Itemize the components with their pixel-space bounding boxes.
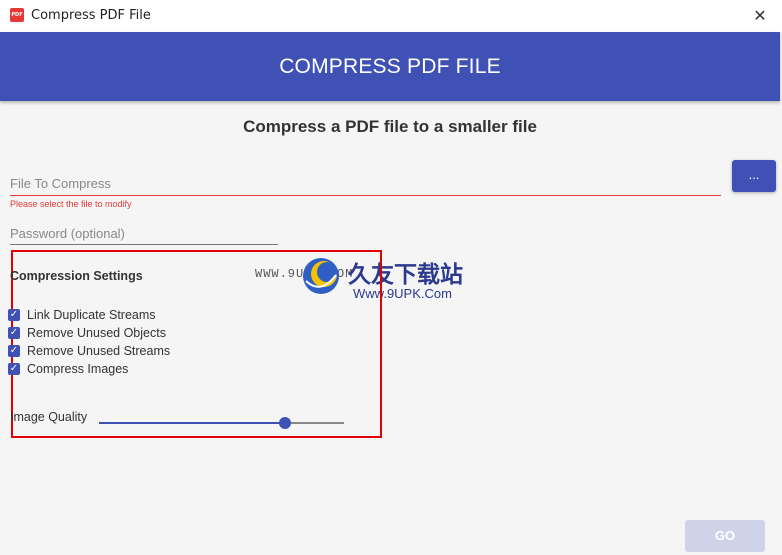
slider-fill <box>99 422 286 424</box>
password-input[interactable]: Password (optional) <box>10 224 278 245</box>
compression-settings-title: Compression Settings <box>10 269 143 283</box>
option-label: Compress Images <box>27 362 129 376</box>
image-quality-label: Image Quality <box>10 410 88 424</box>
option-label: Link Duplicate Streams <box>27 308 156 322</box>
checkbox-checked-icon[interactable]: ✓ <box>8 309 20 321</box>
go-button[interactable]: GO <box>685 520 765 552</box>
browse-file-button[interactable]: ... <box>732 160 776 192</box>
window-title: Compress PDF File <box>31 8 151 23</box>
checkbox-checked-icon[interactable]: ✓ <box>8 345 20 357</box>
option-label: Remove Unused Objects <box>27 326 166 340</box>
file-error-message: Please select the file to modify <box>10 199 132 209</box>
option-label: Remove Unused Streams <box>27 344 171 358</box>
checkbox-checked-icon[interactable]: ✓ <box>8 363 20 375</box>
title-bar: PDF Compress PDF File ✕ <box>0 0 782 32</box>
file-to-compress-placeholder: File To Compress <box>10 176 111 191</box>
pdf-app-icon: PDF <box>10 8 24 22</box>
app-header: COMPRESS PDF FILE <box>0 32 780 101</box>
page-subtitle: Compress a PDF file to a smaller file <box>243 117 537 136</box>
close-icon[interactable]: ✕ <box>750 6 770 26</box>
header-title: COMPRESS PDF FILE <box>279 55 501 78</box>
password-placeholder: Password (optional) <box>10 226 125 241</box>
image-quality-slider[interactable] <box>99 417 344 429</box>
checkbox-checked-icon[interactable]: ✓ <box>8 327 20 339</box>
file-to-compress-input[interactable]: File To Compress <box>10 173 721 196</box>
